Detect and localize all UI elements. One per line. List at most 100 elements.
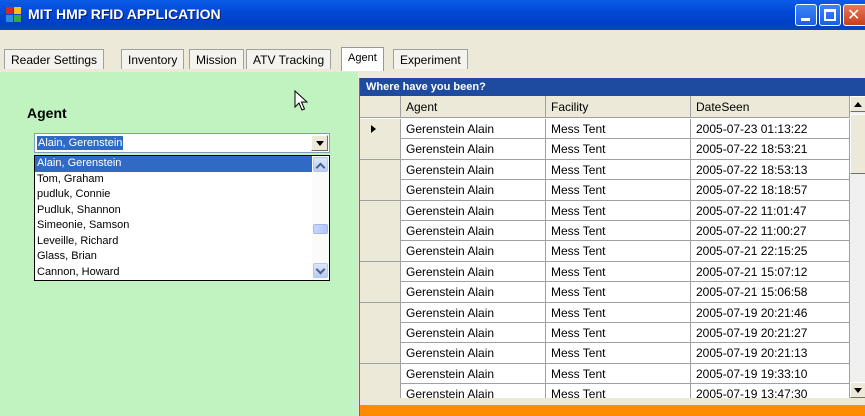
cell-facility[interactable]: Mess Tent [546,282,691,303]
grid-scroll-up-button[interactable] [850,96,865,112]
row-header[interactable] [360,180,401,201]
cell-dateseen[interactable]: 2005-07-22 11:01:47 [691,200,850,221]
tab-mission[interactable]: Mission [189,49,244,69]
dropdown-option[interactable]: pudluk, Connie [35,187,329,203]
agent-combobox[interactable]: Alain, Gerenstein [34,133,330,153]
cell-dateseen[interactable]: 2005-07-19 19:33:10 [691,363,850,384]
cell-facility[interactable]: Mess Tent [546,180,691,201]
grid-scrollbar-thumb[interactable] [850,114,865,174]
table-row[interactable]: Gerenstein Alain Mess Tent 2005-07-19 20:2… [360,322,850,344]
table-row[interactable]: Gerenstein Alain Mess Tent 2005-07-22 18:5… [360,139,850,160]
cell-facility[interactable]: Mess Tent [546,200,691,221]
dropdown-option[interactable]: Alain, Gerenstein [35,156,329,172]
cell-agent[interactable]: Gerenstein Alain [401,343,546,364]
grid-scrollbar[interactable] [850,96,865,398]
cell-dateseen[interactable]: 2005-07-22 18:18:57 [691,180,850,201]
dropdown-option[interactable]: Tom, Graham [35,172,329,188]
cell-facility[interactable]: Mess Tent [546,384,691,398]
scroll-up-button[interactable] [313,157,328,173]
tab-experiment[interactable]: Experiment [393,49,468,69]
cell-agent[interactable]: Gerenstein Alain [401,139,546,160]
agent-dropdown-list[interactable]: Alain, Gerenstein Tom, Graham pudluk, Co… [34,155,330,281]
cell-dateseen[interactable]: 2005-07-21 22:15:25 [691,241,850,262]
cell-dateseen[interactable]: 2005-07-22 18:53:13 [691,159,850,180]
cell-agent[interactable]: Gerenstein Alain [401,302,546,323]
cell-agent[interactable]: Gerenstein Alain [401,363,546,384]
cell-agent[interactable]: Gerenstein Alain [401,119,546,139]
cell-facility[interactable]: Mess Tent [546,119,691,139]
cell-facility[interactable]: Mess Tent [546,220,691,241]
row-header[interactable] [360,261,401,282]
cell-agent[interactable]: Gerenstein Alain [401,159,546,180]
scrollbar-thumb[interactable] [313,224,328,234]
table-row[interactable]: Gerenstein Alain Mess Tent 2005-07-19 20:2… [360,343,850,364]
table-row[interactable]: Gerenstein Alain Mess Tent 2005-07-22 18:5… [360,159,850,181]
row-header[interactable] [360,343,401,364]
dropdown-option[interactable]: Simeonie, Samson [35,218,329,234]
tab-inventory[interactable]: Inventory [121,49,185,69]
cell-dateseen[interactable]: 2005-07-21 15:06:58 [691,282,850,303]
cell-agent[interactable]: Gerenstein Alain [401,384,546,398]
row-header[interactable] [360,241,401,262]
cell-dateseen[interactable]: 2005-07-19 20:21:46 [691,302,850,323]
cell-dateseen[interactable]: 2005-07-22 11:00:27 [691,220,850,241]
cell-facility[interactable]: Mess Tent [546,302,691,323]
cell-facility[interactable]: Mess Tent [546,322,691,343]
cell-dateseen[interactable]: 2005-07-21 15:07:12 [691,261,850,282]
cell-dateseen[interactable]: 2005-07-22 18:53:21 [691,139,850,160]
row-header[interactable] [360,200,401,221]
cell-dateseen[interactable]: 2005-07-19 13:47:30 [691,384,850,398]
row-header[interactable] [360,220,401,241]
table-row[interactable]: Gerenstein Alain Mess Tent 2005-07-22 11:0… [360,200,850,221]
column-header-facility[interactable]: Facility [546,96,691,118]
tab-atv-tracking[interactable]: ATV Tracking [246,49,332,69]
tab-agent[interactable]: Agent [341,47,384,71]
cell-dateseen[interactable]: 2005-07-19 20:21:27 [691,322,850,343]
column-header-dateseen[interactable]: DateSeen [691,96,850,118]
row-header[interactable] [360,119,401,139]
cell-agent[interactable]: Gerenstein Alain [401,200,546,221]
table-row[interactable]: Gerenstein Alain Mess Tent 2005-07-19 20:2… [360,302,850,323]
table-row[interactable]: Gerenstein Alain Mess Tent 2005-07-22 18:1… [360,180,850,201]
cell-dateseen[interactable]: 2005-07-23 01:13:22 [691,119,850,139]
grid-scroll-down-button[interactable] [850,382,865,398]
table-row[interactable]: Gerenstein Alain Mess Tent 2005-07-21 15:0… [360,282,850,303]
row-header[interactable] [360,302,401,323]
dropdown-option[interactable]: Pudluk, Shannon [35,203,329,219]
dropdown-option[interactable]: Leveille, Richard [35,234,329,250]
table-row[interactable]: Gerenstein Alain Mess Tent 2005-07-21 22:1… [360,241,850,262]
row-header[interactable] [360,363,401,384]
row-header[interactable] [360,159,401,180]
table-row[interactable]: Gerenstein Alain Mess Tent 2005-07-21 15:0… [360,261,850,283]
table-row[interactable]: Gerenstein Alain Mess Tent 2005-07-19 13:4… [360,384,850,398]
table-row[interactable]: Gerenstein Alain Mess Tent 2005-07-23 01:1… [360,119,850,140]
cell-agent[interactable]: Gerenstein Alain [401,241,546,262]
cell-agent[interactable]: Gerenstein Alain [401,180,546,201]
dropdown-scrollbar[interactable] [312,156,329,280]
maximize-button[interactable] [819,4,841,26]
cell-agent[interactable]: Gerenstein Alain [401,261,546,282]
dropdown-option[interactable]: Cannon, Howard [35,265,329,281]
cell-facility[interactable]: Mess Tent [546,343,691,364]
dropdown-option[interactable]: Glass, Brian [35,249,329,265]
table-row[interactable]: Gerenstein Alain Mess Tent 2005-07-22 11:0… [360,220,850,242]
row-header[interactable] [360,139,401,160]
cell-facility[interactable]: Mess Tent [546,363,691,384]
close-button[interactable]: ✕ [843,4,865,26]
row-header[interactable] [360,384,401,398]
column-header-agent[interactable]: Agent [401,96,546,118]
row-header[interactable] [360,322,401,343]
title-bar[interactable]: MIT HMP RFID APPLICATION ✕ [0,0,865,30]
cell-facility[interactable]: Mess Tent [546,261,691,282]
tab-reader-settings[interactable]: Reader Settings [4,49,105,69]
minimize-button[interactable] [795,4,817,26]
combobox-dropdown-button[interactable] [311,135,328,151]
cell-agent[interactable]: Gerenstein Alain [401,322,546,343]
row-header[interactable] [360,282,401,303]
cell-agent[interactable]: Gerenstein Alain [401,220,546,241]
cell-agent[interactable]: Gerenstein Alain [401,282,546,303]
table-row[interactable]: Gerenstein Alain Mess Tent 2005-07-19 19:3… [360,363,850,385]
cell-facility[interactable]: Mess Tent [546,139,691,160]
cell-facility[interactable]: Mess Tent [546,241,691,262]
cell-facility[interactable]: Mess Tent [546,159,691,180]
